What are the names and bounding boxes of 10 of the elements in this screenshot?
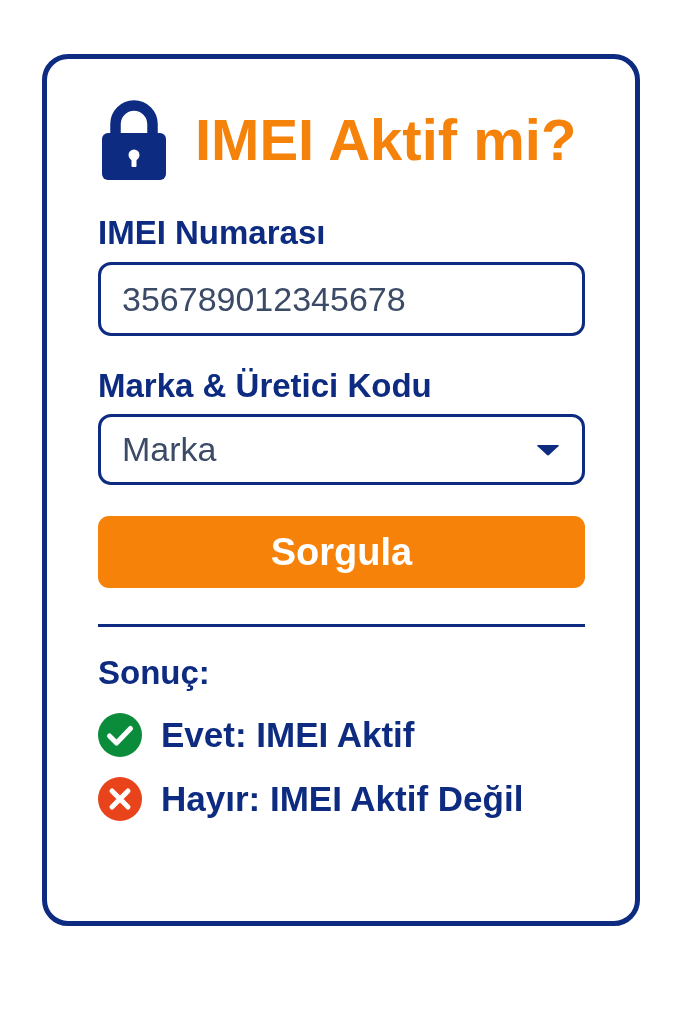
result-text: Evet: IMEI Aktif [161,715,415,755]
brand-select[interactable]: Marka [98,414,585,485]
padlock-icon [102,100,166,180]
result-heading: Sonuç: [98,654,210,692]
result-text: Hayır: IMEI Aktif Değil [161,779,524,819]
field-label: IMEI Numarası [98,214,327,252]
field-label: Marka & Üretici Kodu [98,367,433,405]
caret-icon [536,443,560,456]
page-title: IMEI Aktif mi? [195,107,577,173]
imei-input[interactable]: 356789012345678 [98,262,585,336]
